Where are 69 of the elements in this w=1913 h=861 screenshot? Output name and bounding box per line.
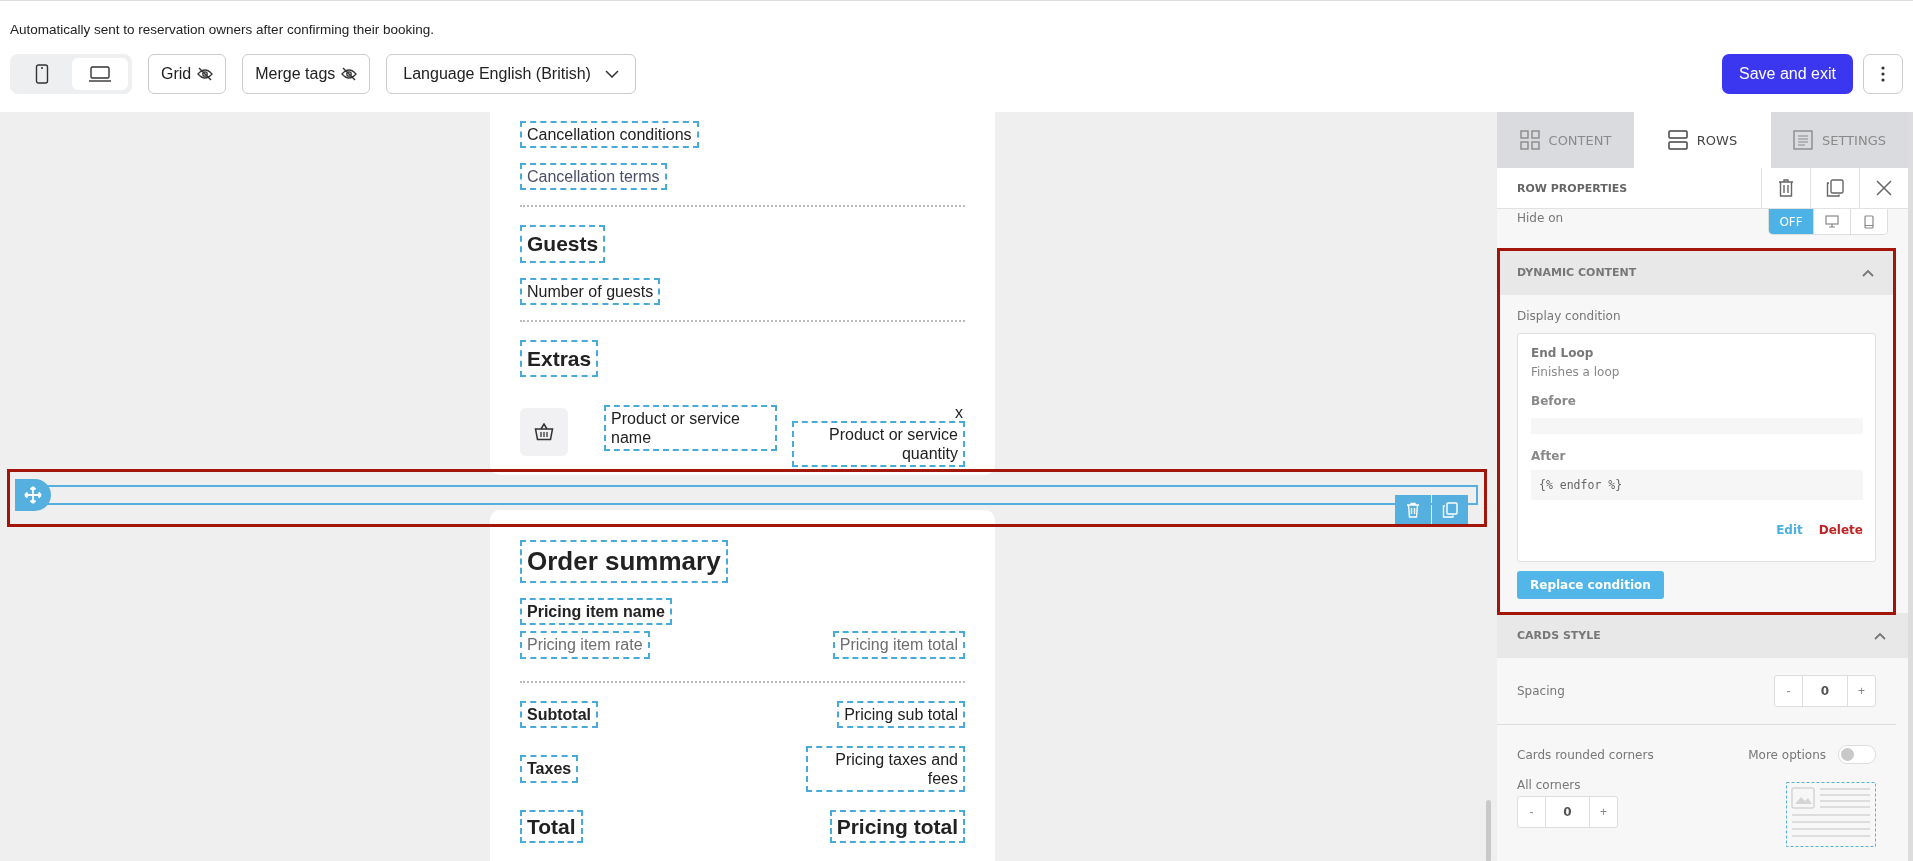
merge-field[interactable]: Subtotal xyxy=(520,700,598,728)
merge-field[interactable]: Cancellation terms xyxy=(520,163,667,191)
after-field: {% endfor %} xyxy=(1531,470,1863,500)
document-icon xyxy=(1793,130,1813,150)
laptop-icon xyxy=(88,65,112,83)
condition-name: End Loop xyxy=(1531,346,1595,360)
merge-field[interactable]: Product or service name xyxy=(604,404,777,452)
merge-field[interactable]: Pricing taxes and fees xyxy=(806,745,965,793)
mobile-icon[interactable] xyxy=(1850,209,1887,234)
corners-value-field[interactable]: 0 xyxy=(1545,797,1590,827)
visibility-toggle-button[interactable]: Grid xyxy=(148,54,227,94)
hide-on-label: Hide on xyxy=(1517,211,1564,225)
language-dropdown[interactable]: Language English (British) xyxy=(386,54,636,94)
chevron-icon[interactable] xyxy=(1862,268,1874,277)
delete-row-button[interactable] xyxy=(1395,495,1431,525)
merge-field[interactable]: Total xyxy=(520,810,583,844)
chevron-down-icon xyxy=(604,70,619,78)
panel-title: ROW PROPERTIES xyxy=(1516,181,1629,195)
template-description: Automatically sent to reservation owners after confirming their booking. xyxy=(10,21,435,37)
increment-button[interactable]: + xyxy=(1848,676,1875,706)
all-corners-label: All corners xyxy=(1517,778,1582,792)
merge-field[interactable]: Pricing item total xyxy=(832,631,965,659)
eye-slash-icon xyxy=(341,67,358,81)
desktop-icon[interactable] xyxy=(1813,209,1850,234)
kebab-menu-icon xyxy=(1881,66,1885,82)
more-options-label: More options xyxy=(1748,747,1826,762)
phone-icon xyxy=(35,64,49,84)
merge-field[interactable]: Pricing item name xyxy=(520,598,672,626)
save-and-exit-button[interactable]: Save and exit xyxy=(1722,54,1853,94)
merge-field[interactable]: Pricing total xyxy=(829,810,965,844)
after-label: After xyxy=(1531,449,1567,463)
panel-tab[interactable]: ROWS xyxy=(1634,112,1771,168)
merge-field[interactable]: Pricing item rate xyxy=(520,631,650,659)
rounded-corners-label: Cards rounded corners xyxy=(1517,747,1654,762)
merge-field[interactable]: Product or service quantity xyxy=(792,420,965,468)
trash-icon xyxy=(1406,502,1420,518)
visibility-toggle-button[interactable]: Merge tags xyxy=(242,54,371,94)
spacing-value-field[interactable]: 0 xyxy=(1802,676,1848,706)
toggle-switch[interactable] xyxy=(1838,745,1876,764)
basket-icon xyxy=(520,407,568,456)
desktop-view-button[interactable] xyxy=(72,58,128,90)
duplicate-row-button[interactable] xyxy=(1432,495,1468,525)
increment-button[interactable]: + xyxy=(1590,797,1617,827)
condition-description: Finishes a loop xyxy=(1531,365,1621,379)
move-handle-icon[interactable] xyxy=(15,479,51,511)
grid-icon xyxy=(1519,130,1540,150)
decrement-button[interactable]: - xyxy=(1518,797,1545,827)
section-heading[interactable]: Order summary xyxy=(520,540,728,584)
delete-link[interactable]: Delete xyxy=(1818,523,1863,537)
spacing-label: Spacing xyxy=(1517,684,1565,698)
section-heading[interactable]: Extras xyxy=(520,339,599,377)
scrollbar xyxy=(1486,800,1491,861)
eye-slash-icon xyxy=(197,67,214,81)
duplicate-icon xyxy=(1442,502,1458,518)
decrement-button[interactable]: - xyxy=(1775,676,1802,706)
before-label: Before xyxy=(1531,394,1577,408)
merge-field[interactable]: Pricing sub total xyxy=(837,700,965,728)
merge-field[interactable]: Taxes xyxy=(520,755,579,783)
merge-field[interactable]: Number of guests xyxy=(520,277,661,305)
monitor-icon xyxy=(1825,215,1839,228)
display-condition-label: Display condition xyxy=(1517,309,1622,323)
section-heading[interactable]: Guests xyxy=(520,225,606,263)
phone-icon xyxy=(1864,214,1874,229)
rows-icon xyxy=(1667,130,1688,150)
merge-field[interactable]: Cancellation conditions xyxy=(520,121,699,149)
multiplier-sign: x xyxy=(955,404,963,421)
section-title: DYNAMIC CONTENT xyxy=(1517,266,1637,279)
chevron-icon[interactable] xyxy=(1874,631,1886,640)
section-title: CARDS STYLE xyxy=(1517,629,1601,642)
